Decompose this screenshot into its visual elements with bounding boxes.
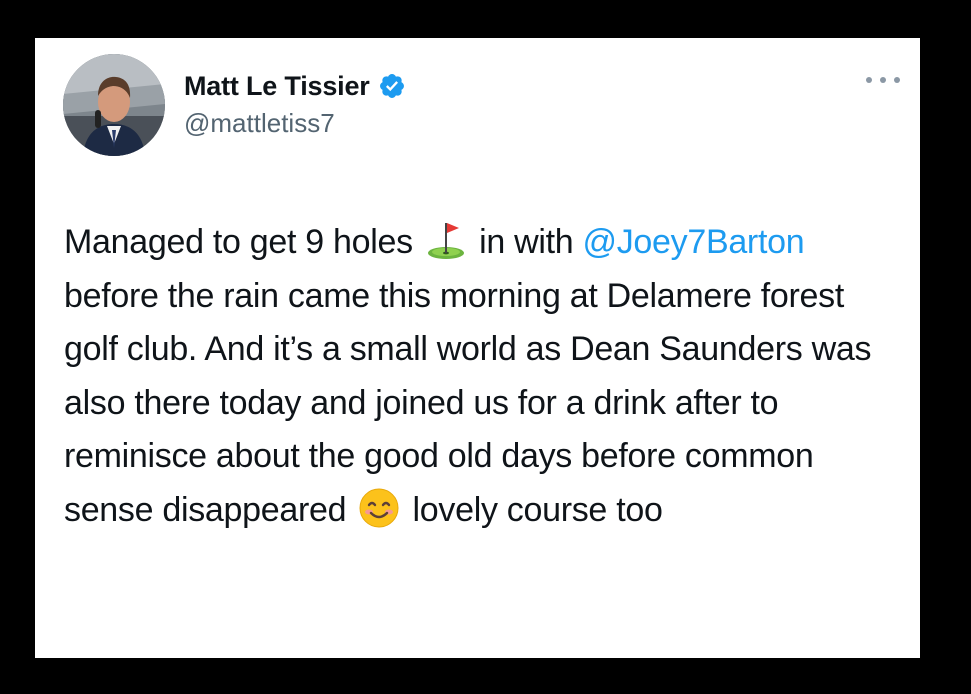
more-dot (894, 77, 900, 83)
profile-photo-icon (63, 54, 165, 156)
more-options-icon[interactable] (866, 72, 900, 88)
mention-link[interactable]: @Joey7Barton (583, 223, 805, 261)
golf-flag-icon (424, 218, 468, 262)
user-handle[interactable]: @mattletiss7 (184, 108, 335, 139)
tweet-text-part: Managed to get 9 holes (64, 223, 422, 261)
name-row: Matt Le Tissier (184, 68, 406, 104)
tweet-text-part: in with (469, 223, 583, 261)
tweet-text: Managed to get 9 holes in with @Joey7Bar… (64, 216, 904, 537)
tweet-card: Matt Le Tissier @mattletiss7 Managed to … (35, 38, 920, 658)
display-name[interactable]: Matt Le Tissier (184, 71, 370, 102)
more-dot (866, 77, 872, 83)
avatar[interactable] (63, 54, 165, 156)
tweet-text-part: lovely course too (403, 490, 663, 529)
verified-badge-icon (378, 72, 406, 100)
more-dot (880, 77, 886, 83)
smiling-face-icon (357, 486, 401, 530)
